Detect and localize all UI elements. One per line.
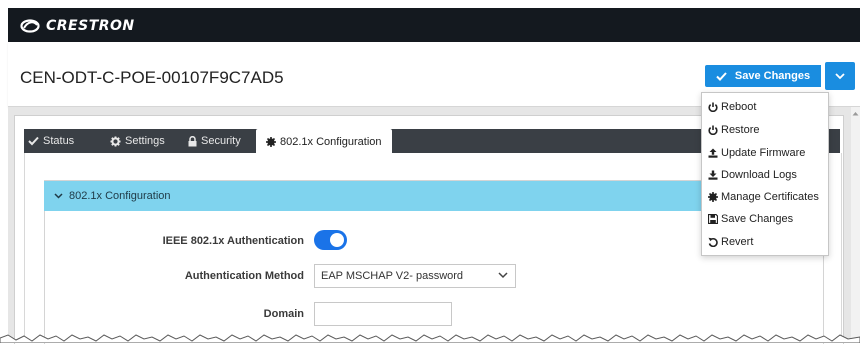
check-icon xyxy=(716,71,727,81)
gear-icon xyxy=(110,135,121,147)
actions-dropdown-toggle[interactable] xyxy=(825,62,855,90)
menu-item-download-logs[interactable]: Download Logs xyxy=(708,165,797,185)
crestron-swirl-icon xyxy=(20,19,40,33)
save-changes-button[interactable]: Save Changes xyxy=(705,65,821,87)
menu-item-revert[interactable]: Revert xyxy=(708,232,753,252)
tab-security[interactable]: Security xyxy=(188,129,241,153)
top-bar: CRESTRON xyxy=(8,8,860,42)
menu-item-label: Revert xyxy=(721,236,754,248)
tab-8021x-configuration[interactable]: 802.1x Configuration xyxy=(256,129,392,154)
menu-item-label: Update Firmware xyxy=(721,147,806,159)
chevron-down-icon xyxy=(498,272,508,279)
ieee-auth-label: IEEE 802.1x Authentication xyxy=(162,235,304,247)
domain-label: Domain xyxy=(263,308,304,320)
download-icon xyxy=(708,170,718,180)
tab-security-label: Security xyxy=(201,135,241,147)
auth-method-select[interactable]: EAP MSCHAP V2- password xyxy=(314,264,516,288)
menu-item-label: Manage Certificates xyxy=(721,191,819,203)
tab-8021x-label: 802.1x Configuration xyxy=(280,135,382,148)
menu-item-label: Save Changes xyxy=(721,213,794,225)
toggle-knob xyxy=(330,233,344,247)
power-icon xyxy=(708,102,718,112)
save-changes-label: Save Changes xyxy=(734,70,811,82)
tab-settings-label: Settings xyxy=(125,135,165,147)
logo-text: CRESTRON xyxy=(46,18,135,34)
chevron-down-icon xyxy=(835,72,845,79)
lock-icon xyxy=(188,135,197,146)
menu-item-save-changes[interactable]: Save Changes xyxy=(708,209,793,229)
device-name: CEN-ODT-C-POE-00107F9C7AD5 xyxy=(20,68,284,87)
tab-status[interactable]: Status xyxy=(28,129,74,153)
menu-item-label: Restore xyxy=(721,124,760,136)
domain-input[interactable] xyxy=(314,302,452,326)
certificate-icon xyxy=(266,136,276,147)
menu-item-restore[interactable]: Restore xyxy=(708,120,760,140)
menu-item-label: Download Logs xyxy=(721,169,797,181)
tab-settings[interactable]: Settings xyxy=(110,129,165,153)
vertical-scrollbar[interactable] xyxy=(851,107,860,343)
auth-method-label: Authentication Method xyxy=(184,270,304,282)
auth-method-value: EAP MSCHAP V2- password xyxy=(321,270,464,282)
floppy-disk-icon xyxy=(708,214,718,224)
certificate-icon xyxy=(708,192,718,202)
menu-item-reboot[interactable]: Reboot xyxy=(708,97,756,117)
check-icon xyxy=(28,136,39,146)
tab-status-label: Status xyxy=(43,135,75,147)
menu-item-manage-certificates[interactable]: Manage Certificates xyxy=(708,187,819,207)
section-title: 802.1x Configuration xyxy=(69,190,171,202)
undo-icon xyxy=(708,237,718,247)
ieee-auth-toggle[interactable] xyxy=(314,230,347,250)
upload-icon xyxy=(708,148,718,158)
scroll-up-arrow-icon[interactable] xyxy=(852,111,859,116)
power-icon xyxy=(708,125,718,135)
menu-item-label: Reboot xyxy=(721,101,757,113)
torn-edge-decoration xyxy=(0,334,860,343)
chevron-down-icon xyxy=(54,193,63,199)
menu-item-update-firmware[interactable]: Update Firmware xyxy=(708,143,805,163)
actions-dropdown-menu: Reboot Restore Update Firmware Download … xyxy=(701,92,829,256)
crestron-logo: CRESTRON xyxy=(20,18,135,34)
